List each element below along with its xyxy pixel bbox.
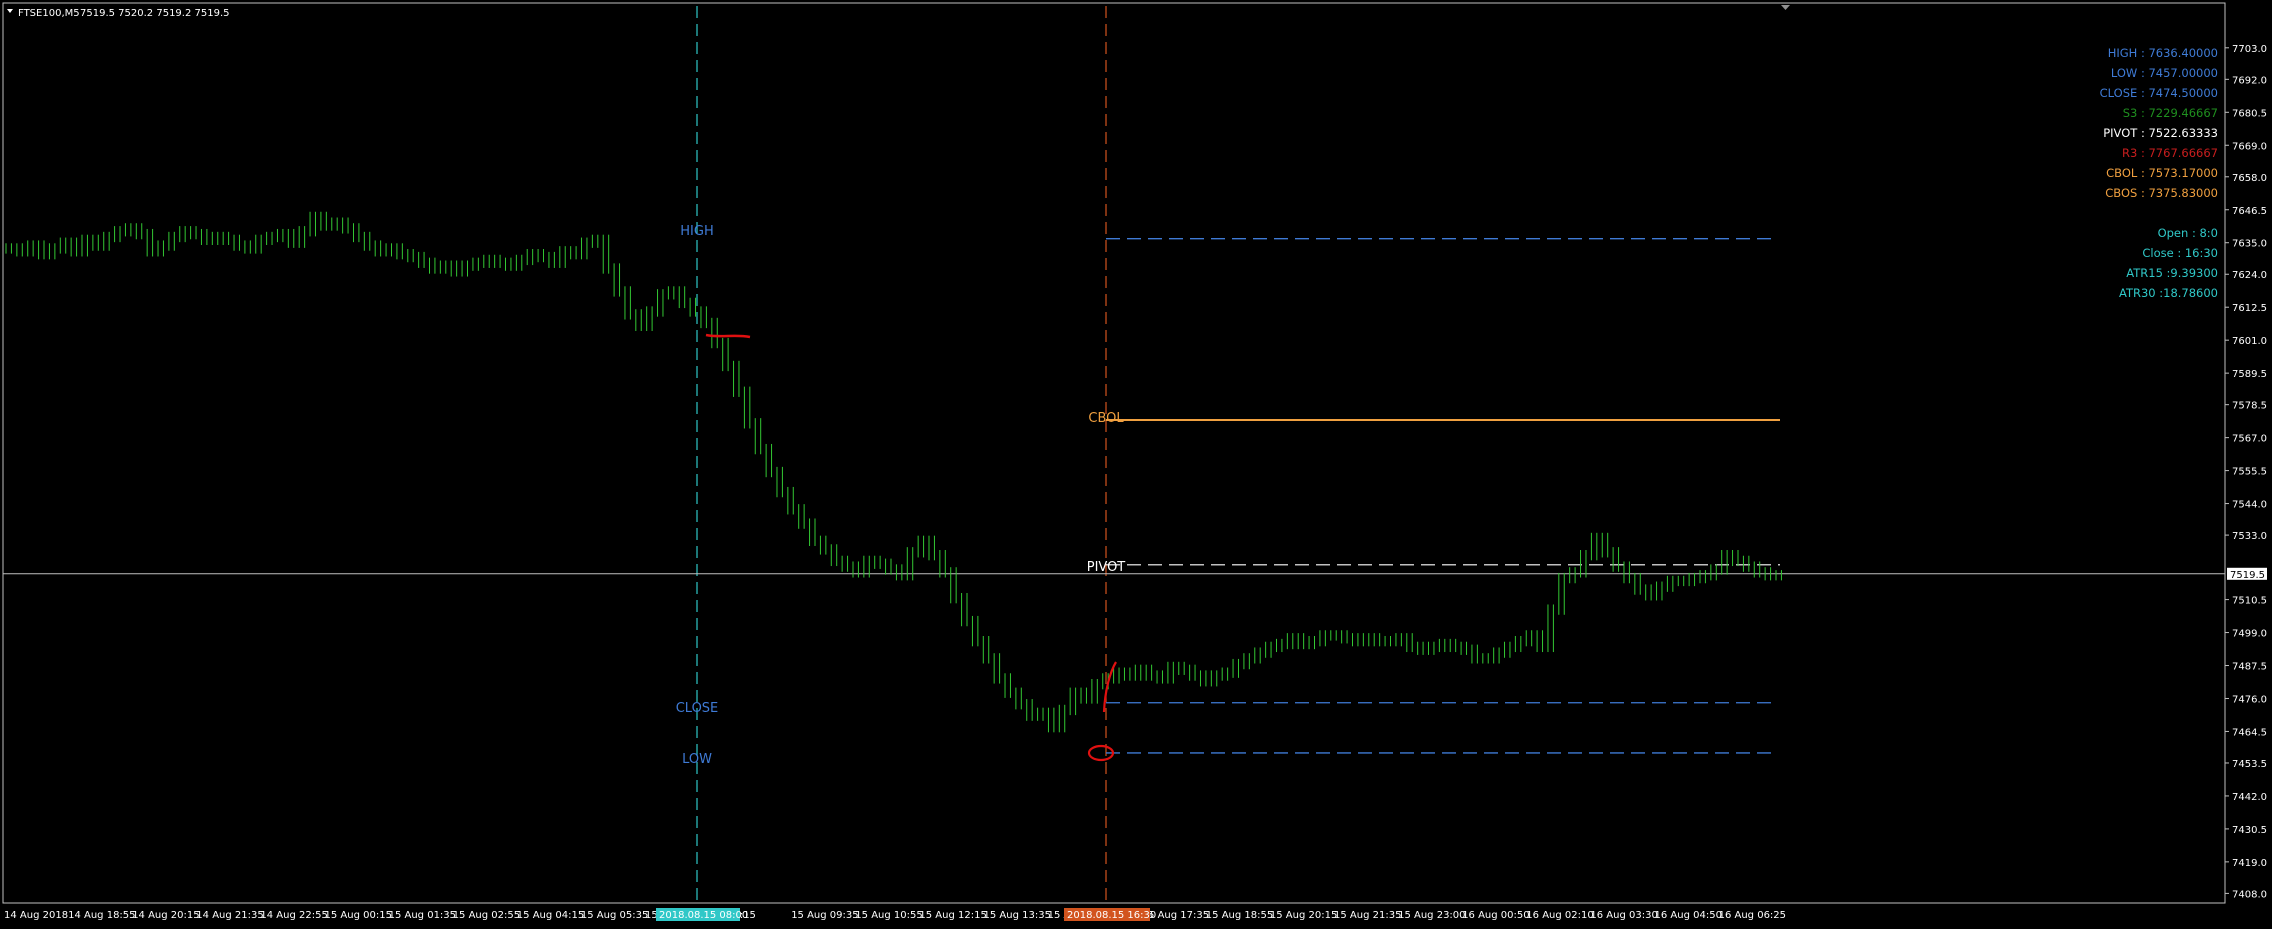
time-label: 15 Aug 20:15 [1270,910,1337,921]
info-close-time: Close : 16:30 [2142,246,2218,260]
price-tick-label: 7578.5 [2232,401,2267,412]
price-tick-label: 7442.0 [2232,792,2267,803]
price-bars [5,211,1782,733]
annotation-underline [705,333,751,339]
price-tick-label: 7680.5 [2232,108,2267,119]
time-label: 15 Aug 02:55 [453,910,520,921]
info-close: CLOSE : 7474.50000 [2100,86,2218,100]
close-label: CLOSE [676,701,719,716]
price-tick-label: 7635.0 [2232,239,2267,250]
price-tick-label: 7589.5 [2232,369,2267,380]
price-chart[interactable]: FTSE100,M5 7519.5 7520.2 7519.2 7519.5 H… [0,0,2272,929]
time-label: 15 Aug 09:35 [791,910,858,921]
time-axis[interactable]: 14 Aug 2018 14 Aug 18:5514 Aug 20:1514 Au… [4,908,1786,921]
info-low: LOW : 7457.00000 [2111,66,2218,80]
info-atr30: ATR30 :18.78600 [2119,286,2218,300]
info-high: HIGH : 7636.40000 [2108,46,2218,60]
price-tick-label: 7533.0 [2232,531,2267,542]
annotation-stroke [1102,661,1117,713]
info-pivot: PIVOT : 7522.63333 [2103,126,2218,140]
time-label: 16 Aug 02:10 [1526,910,1593,921]
price-tick-label: 7601.0 [2232,336,2267,347]
time-label: 15 Aug 01:35 [389,910,456,921]
symbol-dropdown-icon[interactable] [7,9,13,13]
price-tick-label: 7408.0 [2232,889,2267,900]
cbol-label: CBOL [1088,411,1124,426]
price-tick-label: 7555.5 [2232,467,2267,478]
chart-frame [2,2,2226,904]
price-tick-label: 7419.0 [2232,858,2267,869]
time-label: 15 Aug 04:15 [517,910,584,921]
time-label: 14 Aug 18:55 [68,910,135,921]
price-tick-label: 7646.5 [2232,206,2267,217]
current-price-label: 7519.5 [2230,570,2265,581]
price-tick-label: 7692.0 [2232,75,2267,86]
price-tick-label: 7487.5 [2232,662,2267,673]
pivot-label: PIVOT [1087,560,1126,575]
time-label: 16 Aug 06:25 [1719,910,1786,921]
time-label: 15 Aug 12:15 [919,910,986,921]
time-label: 15 Aug 00:15 [325,910,392,921]
price-tick-label: 7567.0 [2232,434,2267,445]
chart-title: FTSE100,M5 [18,8,80,19]
time-label: 14 Aug 21:35 [196,910,263,921]
time-label: 15 Aug 05:35 [581,910,648,921]
price-tick-label: 7669.0 [2232,141,2267,152]
time-label: 15 Aug 23:00 [1398,910,1465,921]
time-label: 16 Aug 04:50 [1655,910,1722,921]
price-tick-label: 7544.0 [2232,500,2267,511]
time-label: 14 Aug 20:15 [132,910,199,921]
info-cbol: CBOL : 7573.17000 [2106,166,2218,180]
price-tick-label: 7703.0 [2232,44,2267,55]
price-tick-label: 7624.0 [2232,270,2267,281]
price-tick-label: 7658.0 [2232,173,2267,184]
chart-quote: 7519.5 7520.2 7519.2 7519.5 [80,8,230,19]
time-label: 15 Aug 18:55 [1206,910,1273,921]
low-label: LOW [682,752,712,767]
price-axis[interactable]: 7703.0 7692.0 7680.5 7669.0 7658.0 7646.5 7635… [2225,44,2267,901]
price-tick-label: 7476.0 [2232,694,2267,705]
time-label: 14 Aug 22:55 [260,910,327,921]
session-start-time: 2018.08.15 08:00 [659,910,748,921]
info-atr15: ATR15 :9.39300 [2126,266,2218,280]
price-tick-label: 7453.5 [2232,759,2267,770]
time-label: 15 [645,910,658,921]
scroll-marker-icon[interactable] [1781,5,1790,10]
session-end-time: 2018.08.15 16:30 [1067,910,1156,921]
time-label: 14 Aug 2018 [4,910,68,921]
time-label: 15 Aug 10:55 [855,910,922,921]
high-label: HIGH [680,224,713,239]
info-s3: S3 : 7229.46667 [2123,106,2218,120]
info-panel: HIGH : 7636.40000 LOW : 7457.00000 CLOSE… [2100,46,2218,300]
info-r3: R3 : 7767.66667 [2122,146,2218,160]
info-open-time: Open : 8:0 [2158,226,2218,240]
info-cbos: CBOS : 7375.83000 [2105,186,2218,200]
time-label: 15 Aug 21:35 [1334,910,1401,921]
price-tick-label: 7510.5 [2232,596,2267,607]
price-tick-label: 7430.5 [2232,825,2267,836]
time-label: 16 Aug 00:50 [1462,910,1529,921]
price-tick-label: 7464.5 [2232,727,2267,738]
price-tick-label: 7612.5 [2232,303,2267,314]
time-label: 15 Aug 13:35 [984,910,1051,921]
time-label: 16 Aug 03:30 [1590,910,1657,921]
price-tick-label: 7499.0 [2232,629,2267,640]
